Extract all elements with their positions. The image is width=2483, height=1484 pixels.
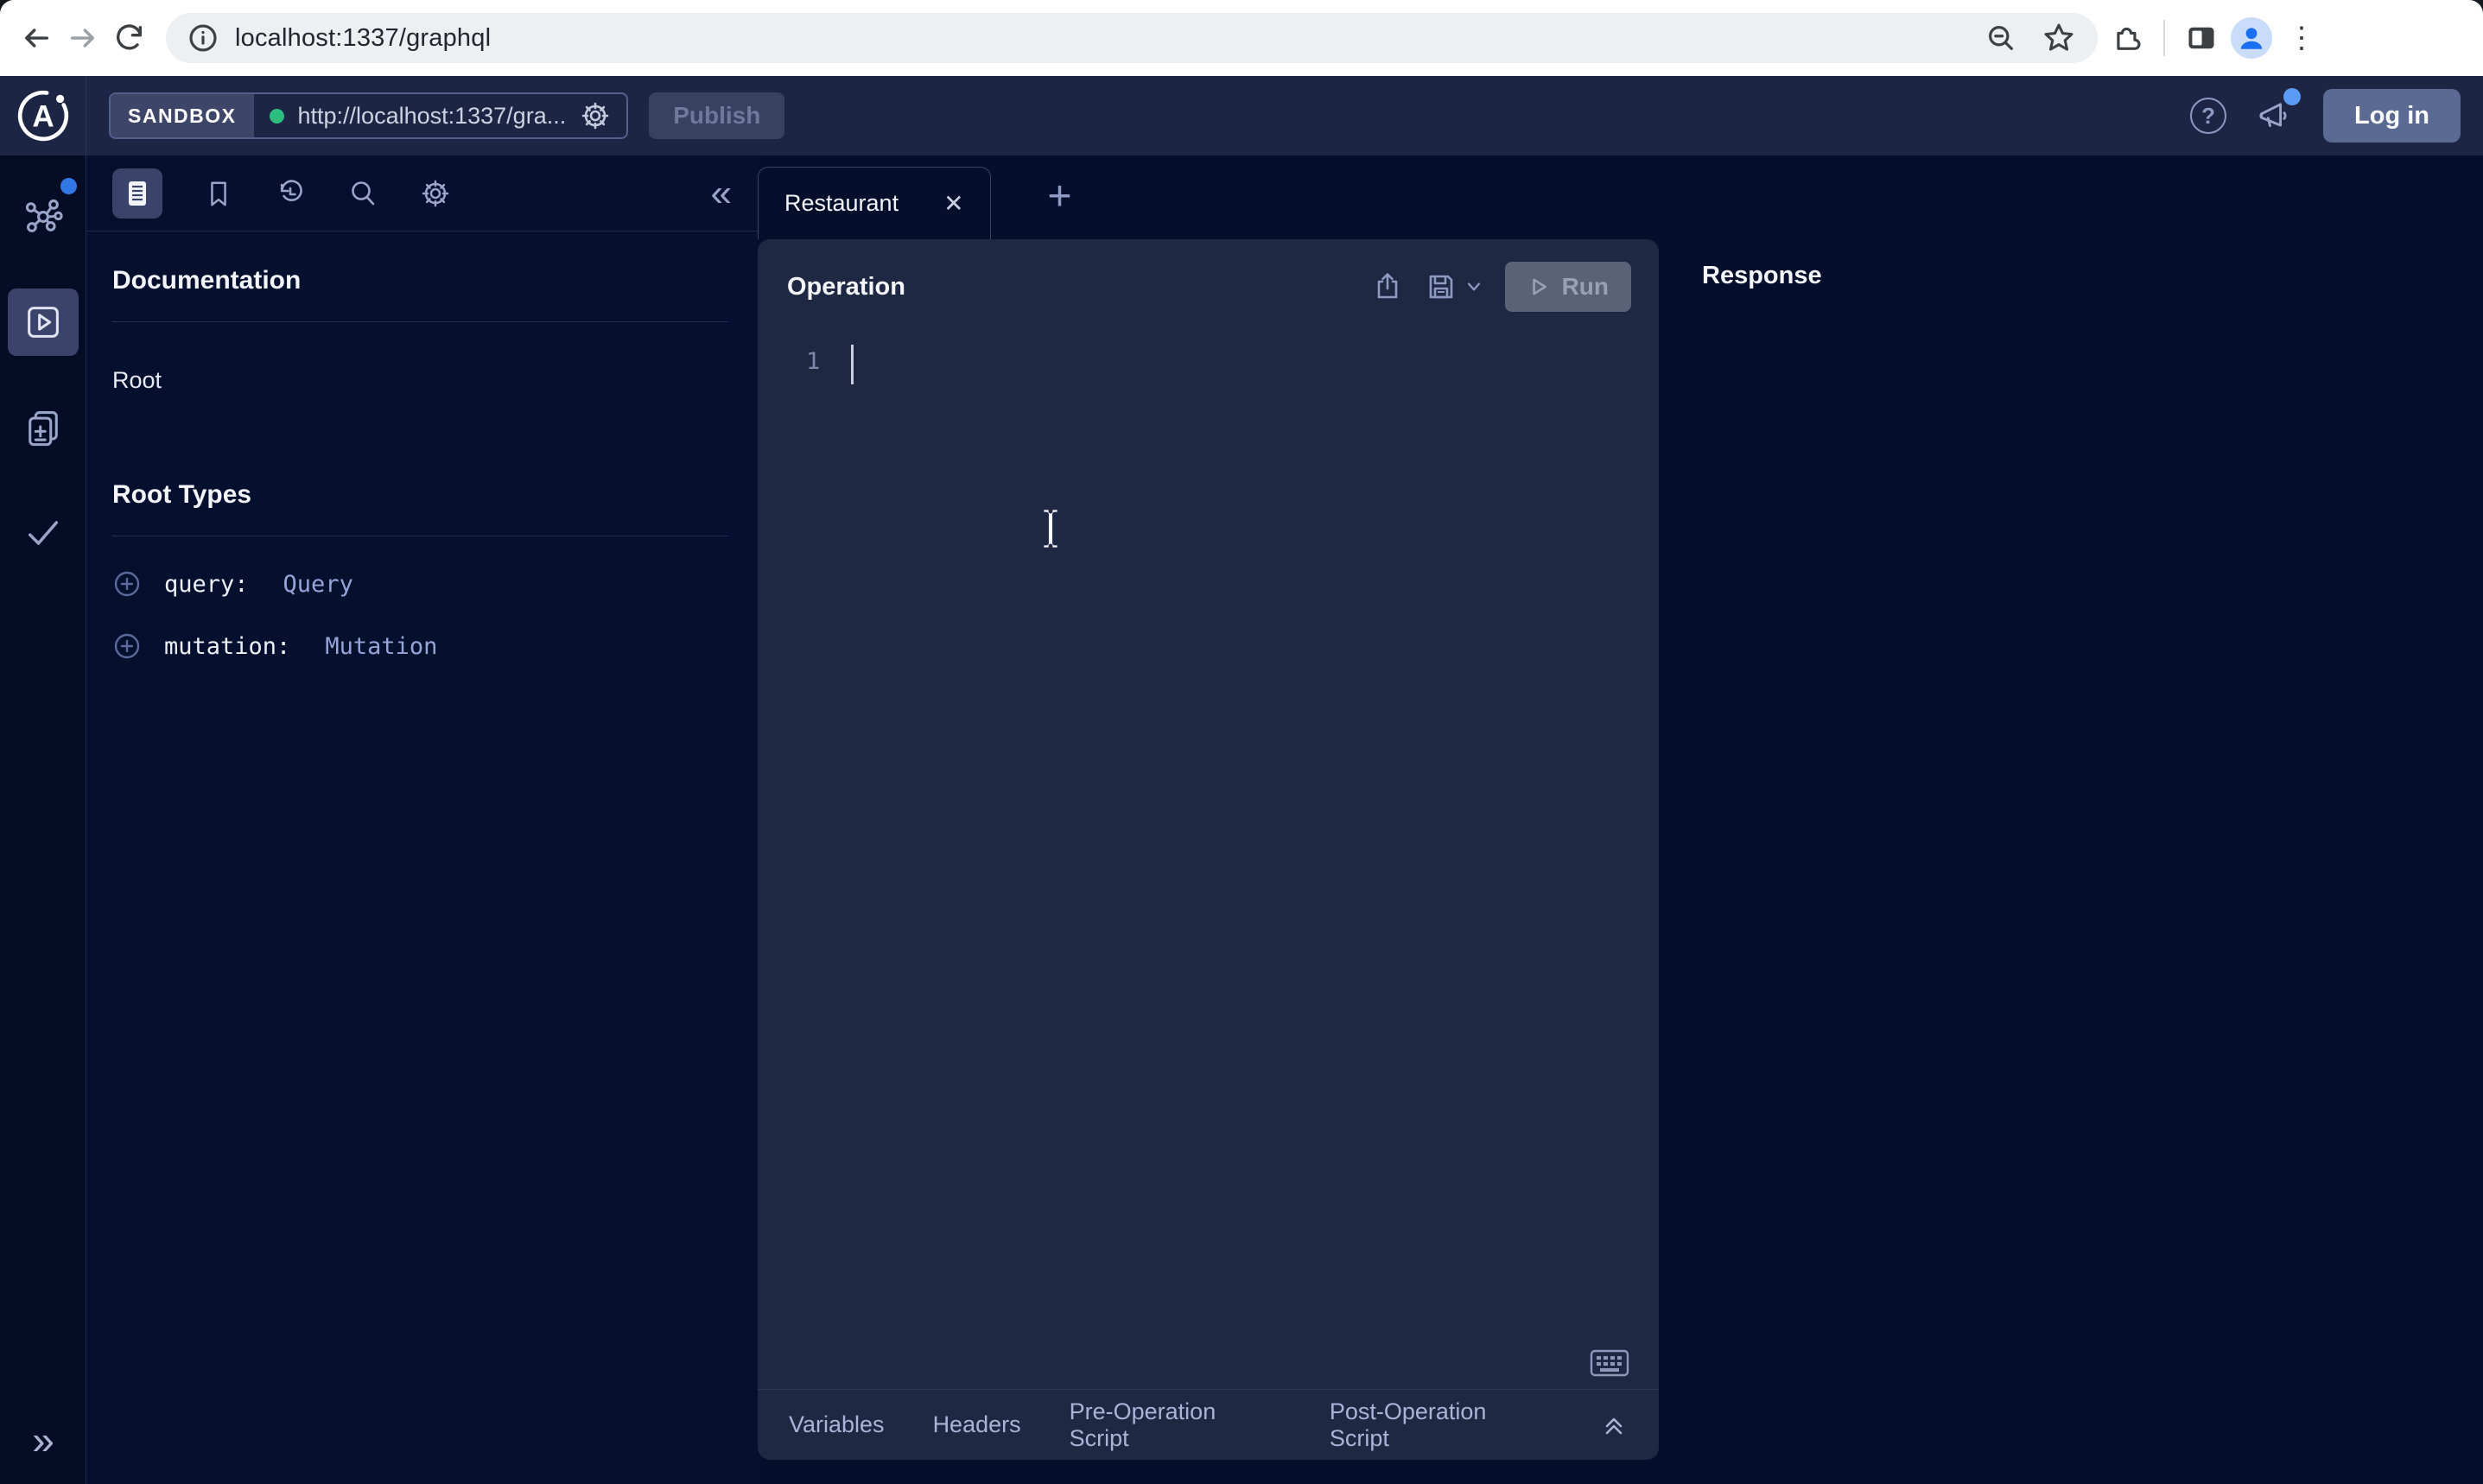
operation-panel: Operation Run 1 Variables Headers Pre-Op… — [758, 239, 1659, 1460]
add-tab-icon[interactable]: + — [1048, 176, 1072, 230]
sidebar-item-checklist[interactable] — [8, 394, 79, 461]
field-name[interactable]: mutation: — [164, 633, 290, 660]
save-icon[interactable] — [1426, 271, 1457, 302]
tab-label[interactable]: Restaurant — [784, 190, 899, 217]
tab-pre-operation-script[interactable]: Pre-Operation Script — [1070, 1398, 1281, 1452]
close-tab-icon[interactable]: ✕ — [943, 192, 963, 216]
keyboard-shortcuts-icon[interactable] — [1590, 1349, 1629, 1377]
sidebar-item-schema[interactable] — [8, 183, 79, 251]
add-field-icon[interactable] — [112, 569, 142, 599]
tab-restaurant[interactable]: Restaurant ✕ — [758, 167, 991, 239]
text-caret — [851, 345, 854, 384]
schema-notification-dot — [60, 178, 77, 194]
save-group[interactable] — [1426, 271, 1483, 302]
divider — [112, 321, 728, 322]
root-link[interactable]: Root — [112, 367, 728, 394]
announcements-icon[interactable] — [2256, 97, 2294, 135]
expand-sidebar-icon[interactable]: » — [0, 1417, 86, 1463]
tab-post-operation-script[interactable]: Post-Operation Script — [1330, 1398, 1552, 1452]
side-panel-icon[interactable] — [2184, 21, 2219, 55]
left-sidebar: » — [0, 155, 86, 1484]
operation-header: Operation Run — [758, 239, 1659, 329]
history-icon[interactable] — [275, 178, 306, 209]
apollo-logo[interactable]: A — [0, 76, 86, 155]
documentation-content: Documentation Root Root Types query: Quer… — [86, 231, 758, 661]
documentation-toolbar: « — [86, 155, 758, 231]
collapse-panel-icon[interactable]: « — [711, 174, 732, 212]
endpoint-settings-icon[interactable] — [580, 100, 611, 131]
operation-footer: Variables Headers Pre-Operation Script P… — [758, 1389, 1659, 1460]
expand-footer-icon[interactable] — [1600, 1411, 1628, 1439]
root-types-title: Root Types — [112, 480, 728, 510]
field-name[interactable]: query: — [164, 571, 249, 598]
login-button[interactable]: Log in — [2323, 89, 2461, 143]
browser-toolbar: localhost:1337/graphql ⋮ — [0, 0, 2483, 76]
endpoint-url[interactable]: http://localhost:1337/gra... — [298, 103, 567, 130]
notification-dot — [2283, 88, 2301, 105]
help-icon[interactable]: ? — [2190, 98, 2226, 134]
toolbar-separator — [2163, 20, 2165, 56]
reload-icon[interactable] — [112, 21, 147, 55]
site-info-icon[interactable] — [188, 23, 218, 53]
browser-menu-icon[interactable]: ⋮ — [2284, 21, 2319, 55]
bookmark-star-icon[interactable] — [2042, 22, 2075, 54]
share-icon[interactable] — [1372, 271, 1403, 302]
ibeam-cursor — [1040, 508, 1061, 549]
sidebar-item-explorer[interactable] — [8, 289, 79, 356]
documentation-tab-icon[interactable] — [112, 168, 162, 219]
documentation-title: Documentation — [112, 266, 728, 295]
operation-editor[interactable]: 1 — [758, 329, 1659, 375]
address-bar[interactable]: localhost:1337/graphql — [166, 13, 2098, 63]
field-type[interactable]: Mutation — [325, 633, 437, 660]
back-icon[interactable] — [19, 21, 54, 55]
extensions-icon[interactable] — [2110, 21, 2144, 55]
connection-status-dot — [270, 109, 284, 124]
tab-variables[interactable]: Variables — [789, 1411, 885, 1438]
chevron-down-icon[interactable] — [1465, 278, 1483, 295]
saved-operations-icon[interactable] — [204, 179, 233, 208]
run-button[interactable]: Run — [1505, 262, 1631, 312]
publish-button[interactable]: Publish — [649, 92, 784, 139]
root-type-row-mutation[interactable]: mutation: Mutation — [112, 631, 728, 661]
documentation-panel: « Documentation Root Root Types query: Qu… — [86, 155, 758, 1484]
search-icon[interactable] — [347, 178, 378, 209]
zoom-out-icon[interactable] — [1985, 22, 2016, 54]
root-type-row-query[interactable]: query: Query — [112, 569, 728, 599]
tab-headers[interactable]: Headers — [933, 1411, 1021, 1438]
response-panel: Response — [1659, 239, 2483, 1484]
operation-tabs: Restaurant ✕ + — [758, 167, 1072, 239]
url-text[interactable]: localhost:1337/graphql — [235, 24, 491, 53]
line-number: 1 — [806, 348, 820, 375]
play-icon — [1527, 276, 1550, 298]
field-type[interactable]: Query — [283, 571, 353, 598]
response-title: Response — [1702, 262, 1822, 289]
settings-icon[interactable] — [420, 178, 451, 209]
operation-title: Operation — [787, 273, 905, 301]
svg-text:A: A — [32, 99, 54, 133]
forward-icon[interactable] — [66, 21, 100, 55]
sandbox-badge: SANDBOX — [111, 94, 254, 137]
profile-avatar[interactable] — [2231, 17, 2272, 59]
sidebar-item-checks[interactable] — [8, 499, 79, 567]
add-field-icon[interactable] — [112, 631, 142, 661]
app-header: A SANDBOX http://localhost:1337/gra... P… — [0, 76, 2483, 155]
endpoint-control: SANDBOX http://localhost:1337/gra... — [109, 92, 628, 139]
